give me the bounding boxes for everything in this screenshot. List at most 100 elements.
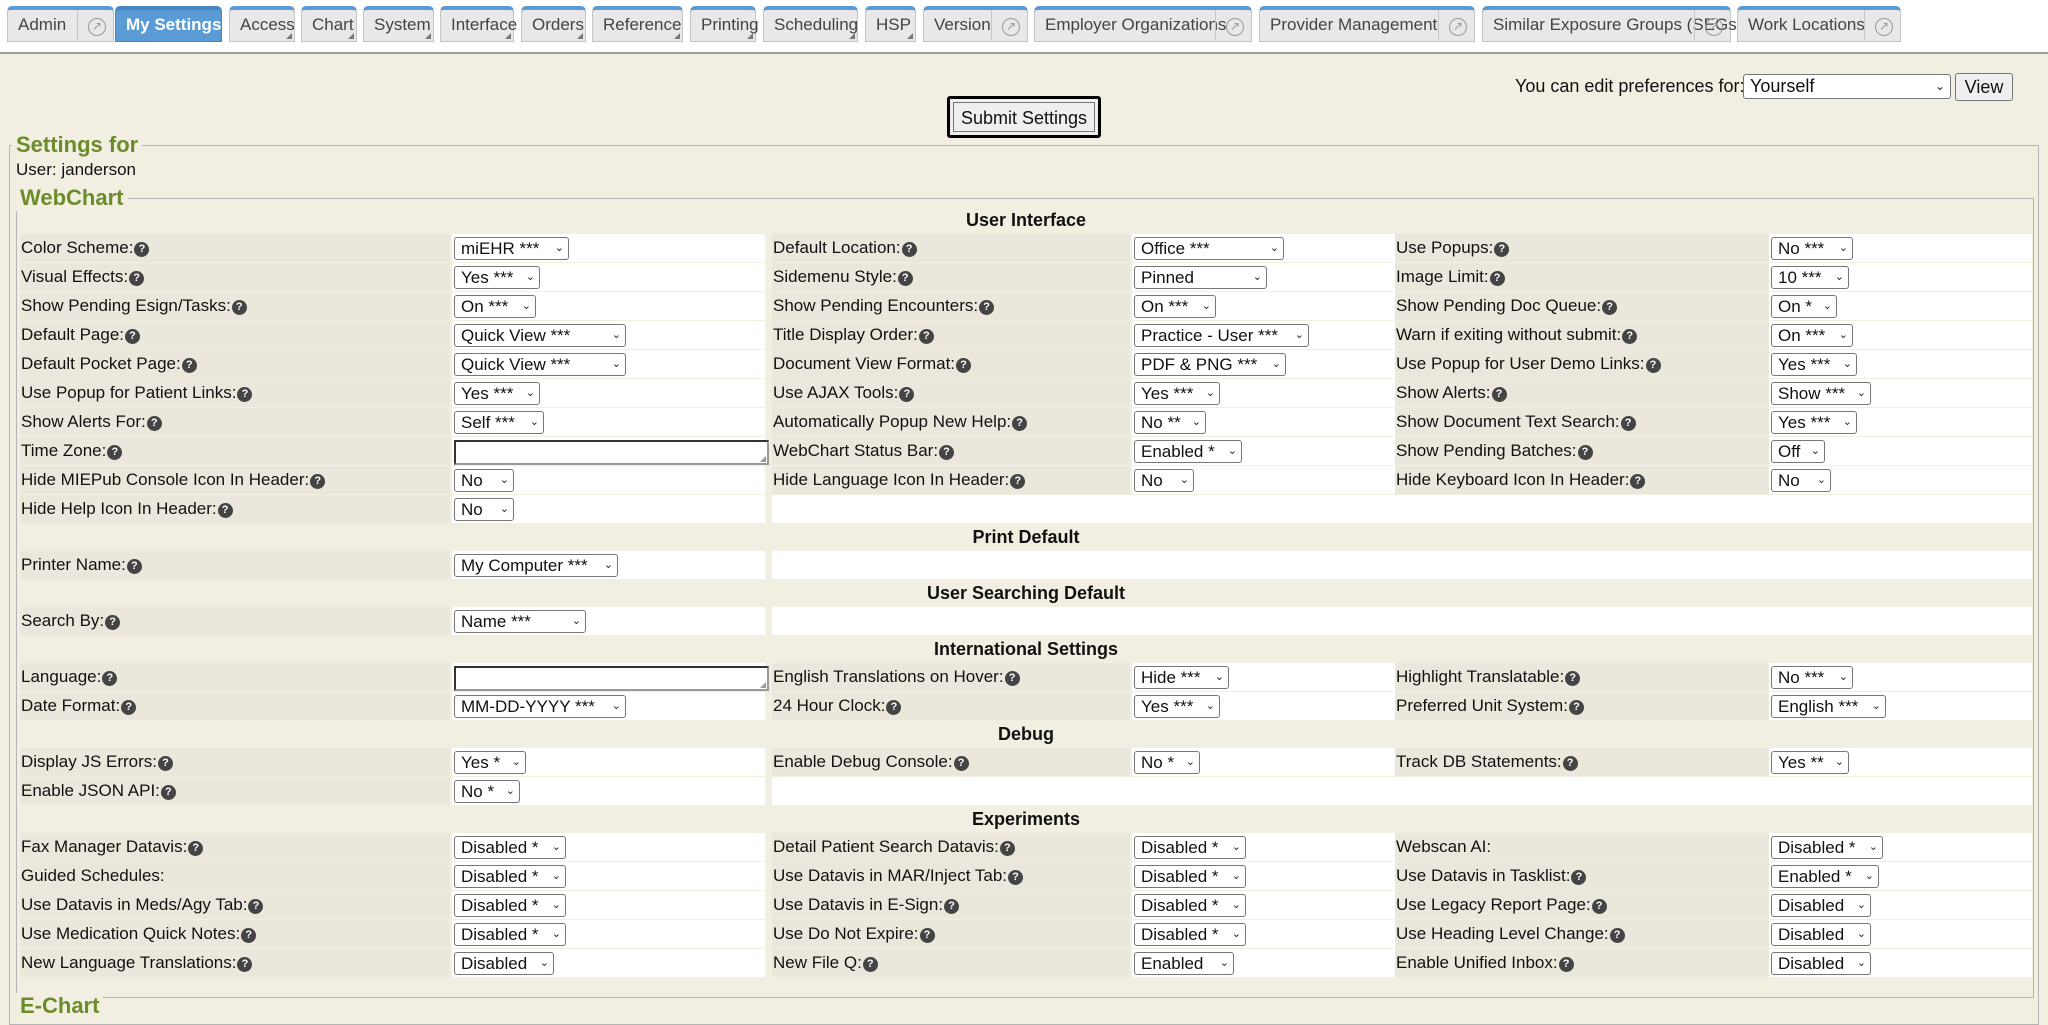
setting-select[interactable]: My Computer *** ⌄ <box>454 554 618 577</box>
help-icon[interactable]: ? <box>918 329 934 344</box>
setting-select[interactable]: Yes *** ⌄ <box>1134 382 1220 405</box>
setting-select[interactable]: Disabled * ⌄ <box>454 923 566 946</box>
setting-select[interactable]: Enabled ⌄ <box>1134 952 1234 975</box>
setting-select[interactable]: PDF & PNG *** ⌄ <box>1134 353 1286 376</box>
help-icon[interactable]: ? <box>241 928 257 943</box>
setting-select[interactable]: Practice - User *** ⌄ <box>1134 324 1309 347</box>
tab-work-locations[interactable]: Work Locations ↗ <box>1737 6 1901 42</box>
tab-provider-management[interactable]: Provider Management ↗ <box>1259 6 1475 42</box>
help-icon[interactable]: ? <box>237 387 253 402</box>
setting-select[interactable]: miEHR *** ⌄ <box>454 237 569 260</box>
help-icon[interactable]: ? <box>919 928 935 943</box>
setting-select[interactable]: MM-DD-YYYY *** ⌄ <box>454 695 626 718</box>
setting-select[interactable]: No *** ⌄ <box>1771 237 1853 260</box>
setting-select[interactable]: On *** ⌄ <box>454 295 536 318</box>
tab-my-settings[interactable]: My Settings <box>115 6 222 42</box>
setting-select[interactable]: On *** ⌄ <box>1134 295 1216 318</box>
setting-select[interactable]: Yes *** ⌄ <box>454 266 540 289</box>
help-icon[interactable]: ? <box>146 416 162 431</box>
setting-select[interactable]: Self *** ⌄ <box>454 411 544 434</box>
help-icon[interactable]: ? <box>1591 899 1607 914</box>
help-icon[interactable]: ? <box>102 671 118 686</box>
setting-text-input[interactable] <box>454 666 769 691</box>
tab-printing[interactable]: Printing <box>690 6 759 42</box>
setting-select[interactable]: No *** ⌄ <box>1771 666 1853 689</box>
submit-settings-button[interactable]: Submit Settings <box>947 96 1101 138</box>
setting-select[interactable]: Disabled * ⌄ <box>454 836 566 859</box>
setting-select[interactable]: Disabled * ⌄ <box>1134 836 1246 859</box>
help-icon[interactable]: ? <box>1602 300 1618 315</box>
tab-access[interactable]: Access <box>229 6 295 42</box>
help-icon[interactable]: ? <box>105 615 121 630</box>
help-icon[interactable]: ? <box>979 300 995 315</box>
setting-select[interactable]: Yes *** ⌄ <box>1771 353 1857 376</box>
help-icon[interactable]: ? <box>121 700 137 715</box>
tab-employer-organizations[interactable]: Employer Organizations ↗ <box>1034 6 1252 42</box>
setting-select[interactable]: Quick View *** ⌄ <box>454 353 626 376</box>
tab-system[interactable]: System <box>363 6 434 42</box>
help-icon[interactable]: ? <box>1008 870 1023 885</box>
help-icon[interactable]: ? <box>899 387 915 402</box>
help-icon[interactable]: ? <box>1494 242 1510 257</box>
setting-select[interactable]: Disabled ⌄ <box>1771 923 1871 946</box>
setting-select[interactable]: Off ⌄ <box>1771 440 1825 463</box>
setting-select[interactable]: Enabled * ⌄ <box>1771 865 1879 888</box>
setting-select[interactable]: No * ⌄ <box>1134 751 1200 774</box>
setting-select[interactable]: Yes ** ⌄ <box>1771 751 1849 774</box>
setting-select[interactable]: No ⌄ <box>454 469 514 492</box>
setting-select[interactable]: Office *** ⌄ <box>1134 237 1284 260</box>
setting-select[interactable]: Disabled * ⌄ <box>1134 894 1246 917</box>
help-icon[interactable]: ? <box>1562 756 1578 771</box>
setting-select[interactable]: Enabled * ⌄ <box>1134 440 1242 463</box>
tab-reference[interactable]: Reference <box>592 6 683 42</box>
help-icon[interactable]: ? <box>237 957 253 972</box>
setting-select[interactable]: Disabled * ⌄ <box>1771 836 1883 859</box>
help-icon[interactable]: ? <box>886 700 902 715</box>
setting-select[interactable]: Disabled ⌄ <box>1771 894 1871 917</box>
help-icon[interactable]: ? <box>1577 445 1593 460</box>
help-icon[interactable]: ? <box>188 841 204 856</box>
setting-select[interactable]: Disabled * ⌄ <box>454 894 566 917</box>
open-external-icon[interactable]: ↗ <box>1875 18 1893 36</box>
help-icon[interactable]: ? <box>1571 870 1587 885</box>
prefs-user-select[interactable]: Yourself ⌄ <box>1743 74 1951 99</box>
help-icon[interactable]: ? <box>1565 671 1581 686</box>
help-icon[interactable]: ? <box>1558 957 1574 972</box>
resize-grip-icon[interactable] <box>760 456 766 462</box>
help-icon[interactable]: ? <box>107 445 123 460</box>
tab-chart[interactable]: Chart <box>301 6 357 42</box>
setting-select[interactable]: Disabled * ⌄ <box>1134 865 1246 888</box>
setting-select[interactable]: No ⌄ <box>1771 469 1831 492</box>
help-icon[interactable]: ? <box>1489 271 1505 286</box>
open-external-icon[interactable]: ↗ <box>1002 18 1020 36</box>
help-icon[interactable]: ? <box>1630 474 1646 489</box>
open-external-icon[interactable]: ↗ <box>1449 18 1467 36</box>
setting-select[interactable]: 10 *** ⌄ <box>1771 266 1849 289</box>
setting-select[interactable]: Yes *** ⌄ <box>454 382 540 405</box>
view-button[interactable]: View <box>1955 73 2013 101</box>
help-icon[interactable]: ? <box>158 756 174 771</box>
setting-select[interactable]: On *** ⌄ <box>1771 324 1853 347</box>
open-external-icon[interactable]: ↗ <box>1705 18 1723 36</box>
setting-select[interactable]: Name *** ⌄ <box>454 610 586 633</box>
setting-select[interactable]: Quick View *** ⌄ <box>454 324 626 347</box>
help-icon[interactable]: ? <box>231 300 247 315</box>
setting-select[interactable]: Pinned ⌄ <box>1134 266 1267 289</box>
open-external-icon[interactable]: ↗ <box>1226 18 1244 36</box>
help-icon[interactable]: ? <box>956 358 972 373</box>
help-icon[interactable]: ? <box>248 899 264 914</box>
help-icon[interactable]: ? <box>1645 358 1661 373</box>
help-icon[interactable]: ? <box>217 503 233 518</box>
help-icon[interactable]: ? <box>1609 928 1625 943</box>
help-icon[interactable]: ? <box>1568 700 1584 715</box>
help-icon[interactable]: ? <box>862 957 878 972</box>
setting-select[interactable]: Yes *** ⌄ <box>1134 695 1220 718</box>
tab-version[interactable]: Version ↗ <box>923 6 1028 42</box>
tab-scheduling[interactable]: Scheduling <box>763 6 858 42</box>
help-icon[interactable]: ? <box>901 242 917 257</box>
help-icon[interactable]: ? <box>1491 387 1507 402</box>
help-icon[interactable]: ? <box>181 358 197 373</box>
help-icon[interactable]: ? <box>125 329 141 344</box>
setting-select[interactable]: On * ⌄ <box>1771 295 1837 318</box>
help-icon[interactable]: ? <box>939 445 955 460</box>
